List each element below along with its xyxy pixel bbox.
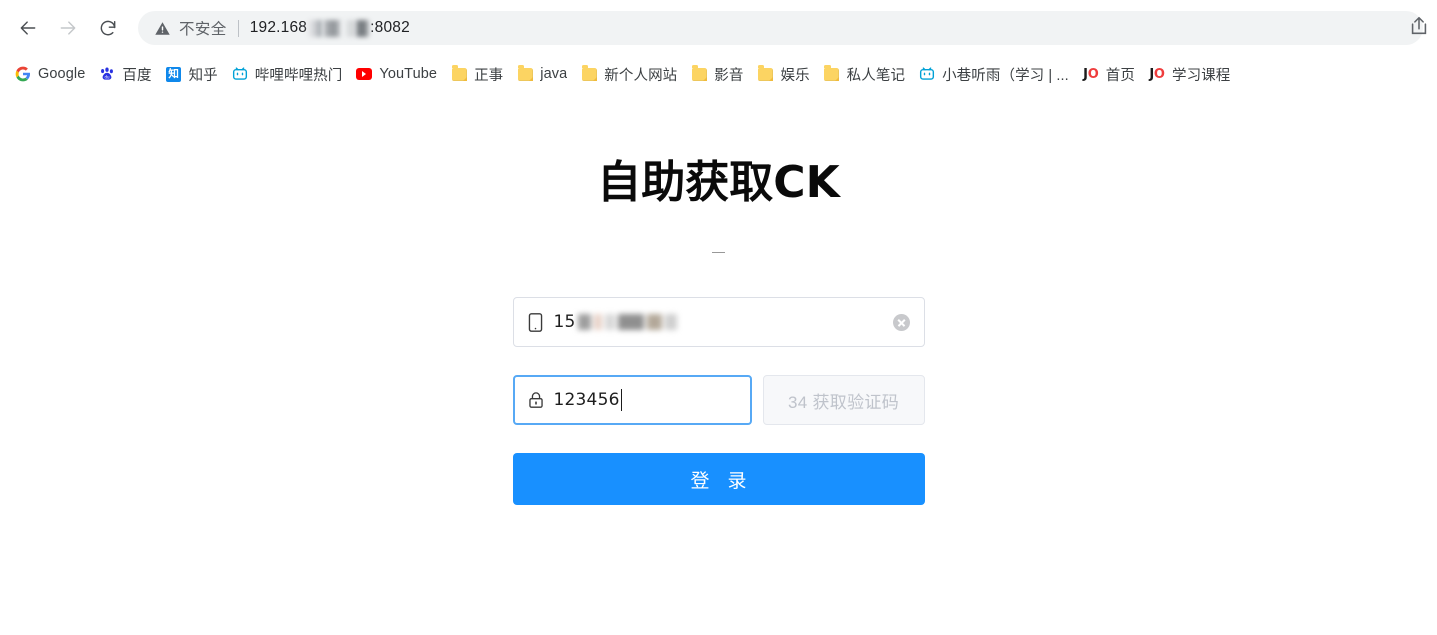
text-caret (620, 389, 623, 412)
folder-icon (581, 65, 597, 82)
reload-icon (98, 18, 118, 38)
verification-code-input[interactable]: 123456 (512, 375, 752, 426)
omnibox-divider (237, 19, 239, 37)
code-row: 123456 34 获取验证码 (512, 375, 925, 426)
verification-code-value: 123456 (553, 389, 737, 412)
mobile-phone-icon (527, 313, 545, 332)
url-prefix: 192.168 (249, 19, 308, 36)
login-button[interactable]: 登 录 (512, 453, 925, 506)
bookmark-label: 学习课程 (1172, 67, 1231, 84)
url-text: 192.168 :8082 (250, 19, 410, 37)
url-redaction-1 (308, 19, 323, 37)
address-bar[interactable]: 不安全 192.168 :8082 (138, 11, 1423, 45)
jo-icon: JO (1083, 66, 1099, 82)
bookmark-label: 知乎 (188, 67, 218, 84)
bilibili-icon (919, 66, 935, 82)
reload-button[interactable] (90, 10, 126, 46)
share-button[interactable] (1403, 12, 1435, 44)
arrow-right-icon (58, 18, 78, 38)
url-suffix: :8082 (370, 19, 410, 36)
back-button[interactable] (10, 10, 46, 46)
bookmark-bilibili-hot[interactable]: 哔哩哔哩热门 (225, 61, 350, 87)
lock-icon (527, 391, 545, 409)
bookmark-label: 娱乐 (780, 67, 810, 84)
baidu-icon: du (99, 66, 115, 82)
page-title: 自助获取CK (597, 157, 840, 208)
url-redaction-2 (324, 19, 342, 37)
bookmark-youtube[interactable]: YouTube (349, 61, 444, 87)
bookmark-bilibili-xiaoxiangtingyu[interactable]: 小巷听雨（学习 | ... (912, 61, 1076, 87)
folder-icon (517, 65, 533, 82)
arrow-left-icon (18, 18, 38, 38)
code-text: 123456 (553, 390, 620, 411)
url-redaction-3 (343, 19, 355, 37)
bookmark-google[interactable]: Google (8, 61, 92, 87)
browser-chrome: 不安全 192.168 :8082 Google du 百度 知 知乎 哔哩哔哩… (0, 0, 1437, 93)
bookmark-label: 新个人网站 (604, 67, 678, 84)
bookmark-jo-home[interactable]: JO 首页 (1076, 61, 1142, 87)
folder-icon (691, 65, 707, 82)
login-form: 15 123456 34 获取验证码 登 录 (512, 297, 925, 506)
folder-icon (451, 65, 467, 82)
browser-toolbar: 不安全 192.168 :8082 (0, 0, 1437, 56)
google-icon (15, 66, 31, 82)
page-subtitle: — (712, 244, 725, 260)
share-icon (1408, 15, 1430, 42)
phone-input[interactable]: 15 (512, 297, 925, 348)
folder-icon (824, 65, 840, 82)
bookmark-folder-new-site[interactable]: 新个人网站 (574, 61, 684, 87)
bookmark-label: 私人笔记 (846, 67, 906, 84)
bookmark-baidu[interactable]: du 百度 (92, 61, 158, 87)
bookmark-folder-java[interactable]: java (510, 61, 574, 87)
bookmark-label: java (540, 66, 568, 82)
get-verification-code-button: 34 获取验证码 (762, 375, 925, 426)
page-content: 自助获取CK — 15 123456 34 获取验证码 登 录 (0, 93, 1437, 635)
bookmark-label: 小巷听雨（学习 | ... (942, 67, 1069, 84)
warning-triangle-icon (154, 20, 171, 37)
phone-value: 15 (554, 312, 893, 332)
bookmark-folder-private-notes[interactable]: 私人笔记 (817, 61, 912, 87)
youtube-icon (356, 66, 373, 82)
jo-icon: JO (1149, 66, 1165, 82)
bookmarks-bar: Google du 百度 知 知乎 哔哩哔哩热门 YouTube 正事 java… (0, 56, 1437, 93)
phone-value-prefix: 15 (553, 312, 576, 333)
bookmark-folder-zhengshi[interactable]: 正事 (444, 61, 510, 87)
zhihu-icon: 知 (166, 66, 182, 82)
bookmark-label: 正事 (474, 67, 504, 84)
youtube-glyph (356, 68, 373, 80)
bookmark-label: YouTube (379, 66, 438, 82)
forward-button (50, 10, 86, 46)
bookmark-label: 首页 (1105, 67, 1135, 84)
security-status-label: 不安全 (179, 21, 227, 38)
bookmark-label: 哔哩哔哩热门 (254, 67, 343, 84)
phone-value-redaction (577, 314, 680, 331)
zhihu-glyph: 知 (166, 66, 182, 82)
bookmark-label: Google (38, 66, 86, 82)
url-redaction-4 (356, 19, 370, 37)
bookmark-zhihu[interactable]: 知 知乎 (159, 61, 225, 87)
folder-icon (757, 65, 773, 82)
bookmark-folder-entertainment[interactable]: 娱乐 (750, 61, 816, 87)
clear-circle-icon[interactable] (892, 313, 910, 331)
bookmark-label: 百度 (122, 67, 152, 84)
svg-text:du: du (105, 75, 111, 80)
bookmark-jo-courses[interactable]: JO 学习课程 (1142, 61, 1237, 87)
bookmark-folder-media[interactable]: 影音 (684, 61, 750, 87)
bookmark-label: 影音 (714, 67, 744, 84)
bilibili-icon (232, 66, 248, 82)
